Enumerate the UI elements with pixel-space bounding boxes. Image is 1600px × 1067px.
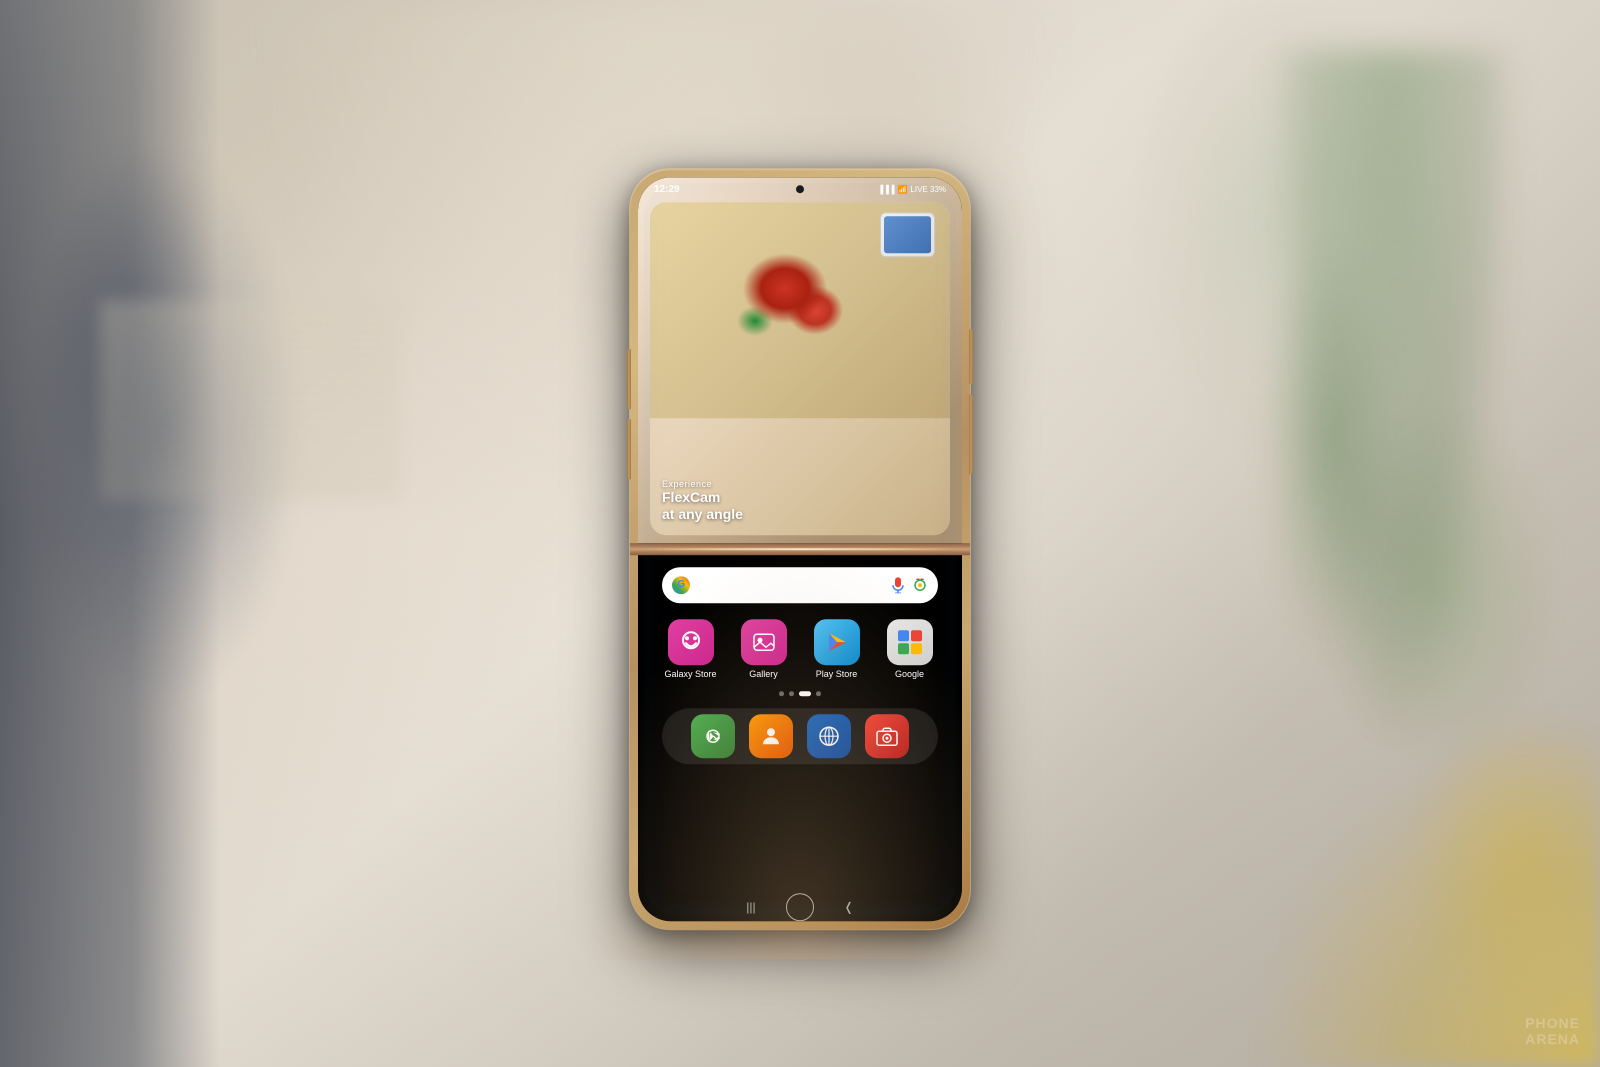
nav-home-icon[interactable] (786, 893, 814, 921)
battery-icon: LIVE 33% (910, 185, 946, 194)
signal-icon: ▐▐▐ (877, 185, 894, 194)
dock-camera[interactable] (865, 714, 909, 758)
flexcam-text-overlay: Experience FlexCam at any angle (662, 479, 743, 523)
hinge-shine (640, 548, 960, 550)
phone-device: 12:29 ▐▐▐ 📶 LIVE 33% (630, 169, 970, 929)
gallery-icon[interactable] (741, 619, 787, 665)
dock-browser[interactable] (807, 714, 851, 758)
play-store-icon[interactable] (814, 619, 860, 665)
volume-button-right[interactable] (969, 394, 973, 474)
google-g-logo: G (672, 576, 690, 594)
status-icons: ▐▐▐ 📶 LIVE 33% (877, 185, 946, 194)
phone-shell: 12:29 ▐▐▐ 📶 LIVE 33% (630, 169, 970, 929)
status-time: 12:29 (654, 184, 680, 195)
app-item-google[interactable]: Google (882, 619, 937, 679)
galaxy-store-label: Galaxy Store (664, 669, 716, 679)
front-camera (796, 185, 804, 193)
play-store-label: Play Store (816, 669, 858, 679)
watermark: PHONE ARENA (1525, 1016, 1580, 1047)
app-icons-row: Galaxy Store Gallery (638, 619, 962, 679)
google-label: Google (895, 669, 924, 679)
flexcam-main-text: FlexCam at any angle (662, 489, 743, 523)
wifi-icon: 📶 (897, 185, 907, 194)
dot-4[interactable] (816, 691, 821, 696)
dock-contacts[interactable] (749, 714, 793, 758)
nav-bar: ||| ❬ (638, 893, 962, 921)
dock-phone[interactable] (691, 714, 735, 758)
dot-2[interactable] (789, 691, 794, 696)
power-button[interactable] (969, 329, 973, 384)
google-app-icon[interactable] (887, 619, 933, 665)
watermark-line1: PHONE (1525, 1016, 1580, 1031)
app-item-galaxy-store[interactable]: Galaxy Store (663, 619, 718, 679)
lens-search-icon[interactable] (912, 577, 928, 593)
gallery-label: Gallery (749, 669, 778, 679)
dot-1[interactable] (779, 691, 784, 696)
screen-bottom-half: G (638, 555, 962, 921)
google-search-bar[interactable]: G (662, 567, 937, 603)
watermark-line2: ARENA (1525, 1032, 1580, 1047)
app-item-gallery[interactable]: Gallery (736, 619, 791, 679)
volume-button-left-down[interactable] (627, 419, 631, 479)
app-dock (662, 708, 937, 764)
nav-recents-icon[interactable]: ||| (746, 900, 755, 914)
app-item-play-store[interactable]: Play Store (809, 619, 864, 679)
galaxy-store-icon[interactable] (668, 619, 714, 665)
screen-top-half: 12:29 ▐▐▐ 📶 LIVE 33% (638, 177, 962, 543)
flexcam-content: Experience FlexCam at any angle (650, 202, 950, 535)
page-indicator (779, 691, 821, 696)
mini-phone-image (880, 212, 935, 257)
experience-label: Experience (662, 479, 743, 489)
voice-search-icon[interactable] (890, 577, 906, 593)
flexcam-widget[interactable]: Experience FlexCam at any angle (650, 202, 950, 535)
volume-button-left-up[interactable] (627, 349, 631, 409)
nav-back-icon[interactable]: ❬ (844, 900, 854, 914)
dot-3-active[interactable] (799, 691, 811, 696)
